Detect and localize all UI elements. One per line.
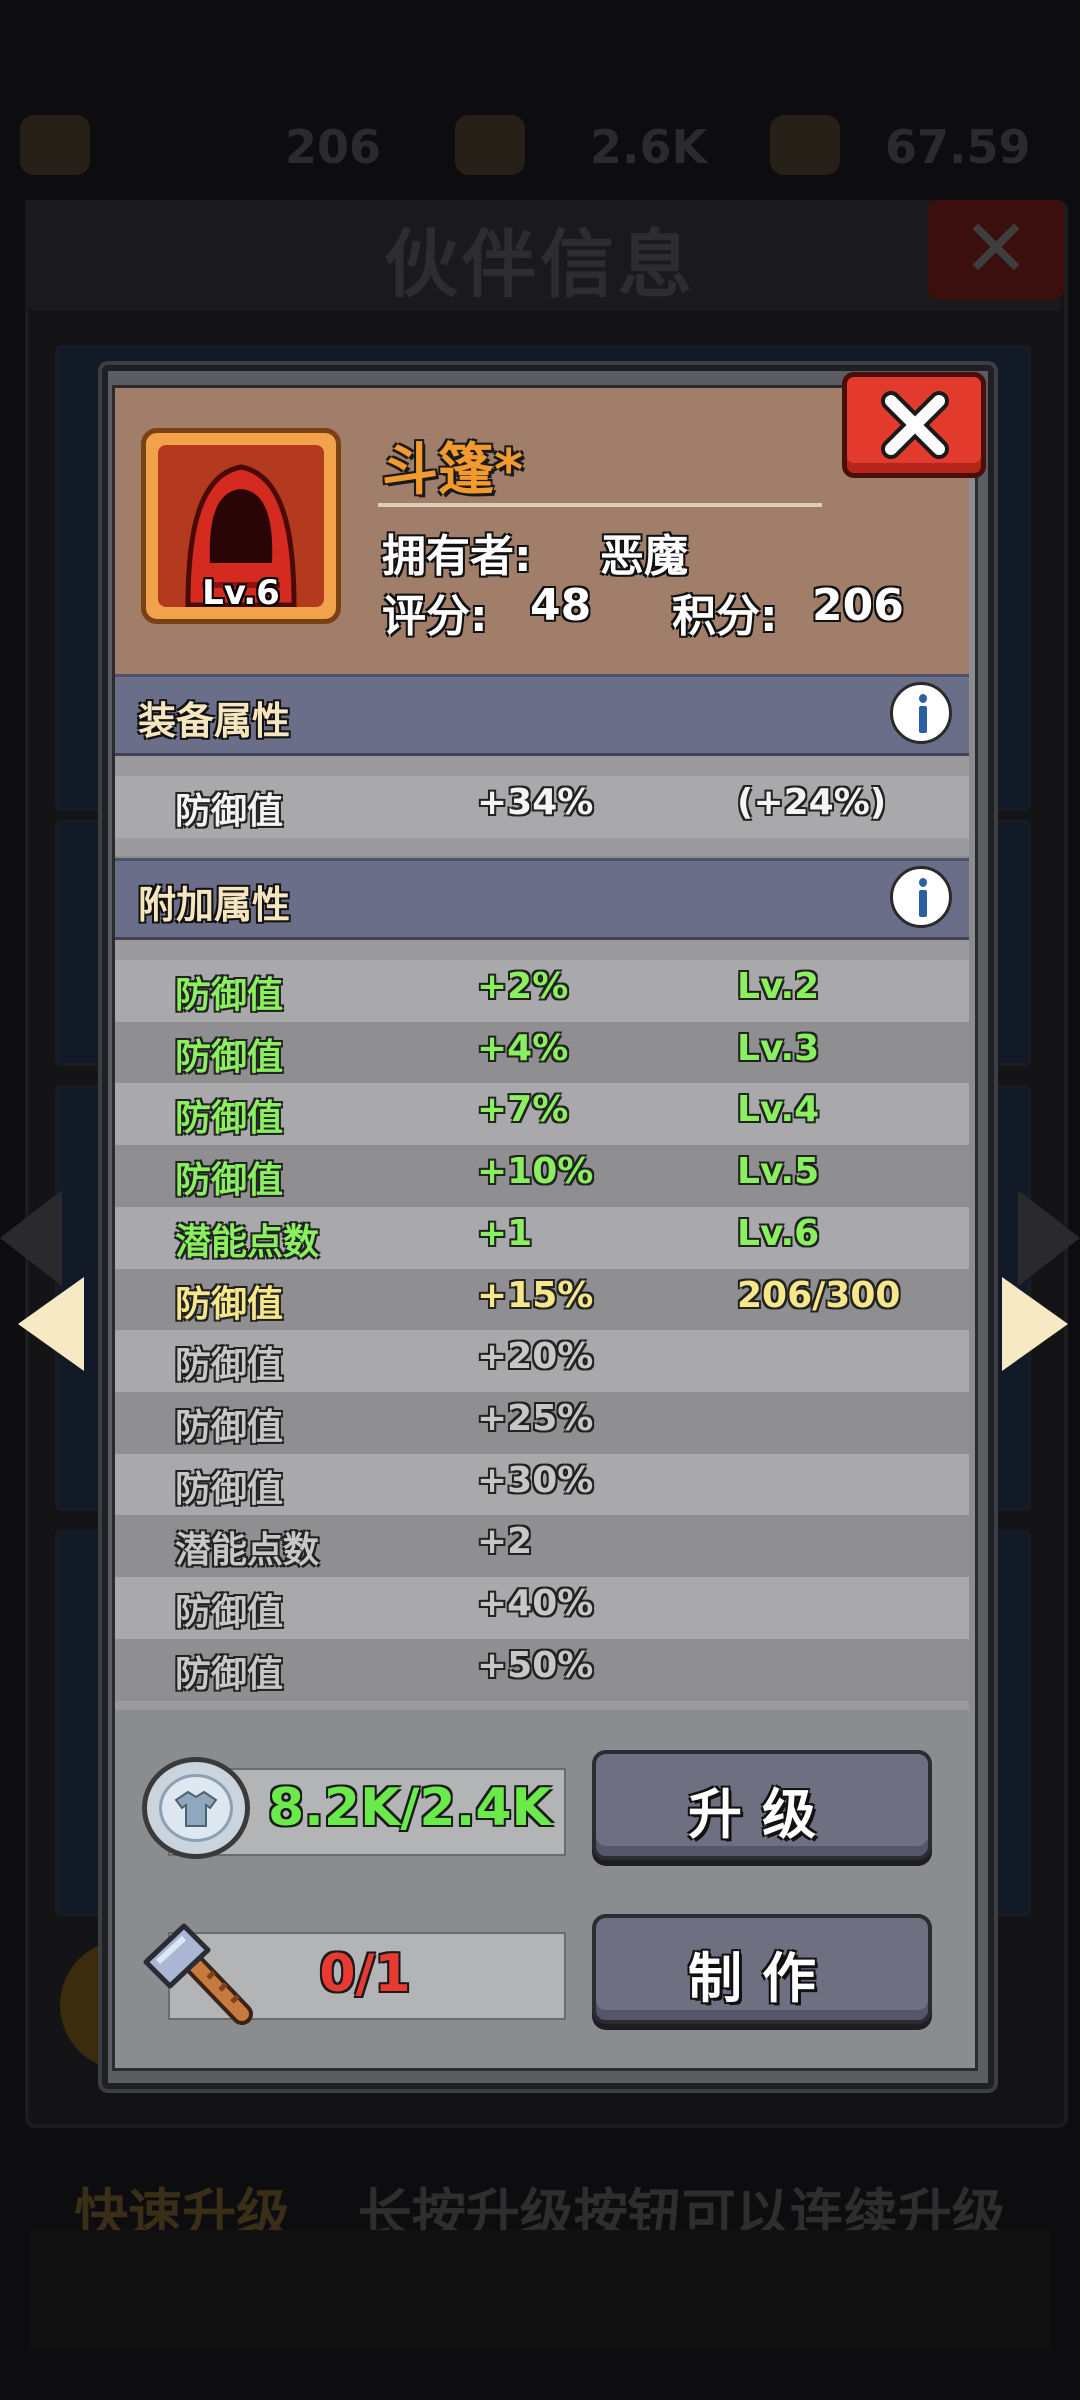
stat-name: 防御值: [175, 1407, 284, 1448]
stat-extra: 206/300: [737, 1275, 901, 1316]
craft-button-label: 制作: [688, 1947, 836, 2010]
stat-value: +7%: [477, 1089, 569, 1130]
bonus-section-title: 附加属性: [138, 883, 291, 927]
stat-extra: Lv.5: [737, 1151, 820, 1192]
craft-cost: 0/1: [319, 1944, 411, 2004]
stat-value: +4%: [477, 1028, 569, 1069]
bg-resource-value: 67.59: [885, 120, 1031, 174]
stat-extra: Lv.4: [737, 1089, 820, 1130]
bonus-row: 防御值 +10% Lv.5: [115, 1145, 969, 1207]
info-icon: [919, 878, 927, 887]
arrow-left-icon[interactable]: [18, 1277, 84, 1371]
points-label: 积分:: [672, 591, 778, 642]
stat-name: 防御值: [175, 1654, 284, 1695]
shirt-icon: [174, 1790, 218, 1827]
bg-resource-icon: [455, 115, 525, 175]
item-portrait: Lv.6: [141, 428, 341, 624]
close-button[interactable]: [842, 372, 986, 478]
bg-arrow-right-icon: [1018, 1190, 1080, 1286]
stat-name: 防御值: [175, 1284, 284, 1325]
bg-resource-value: 206: [285, 120, 382, 174]
stat-name: 防御值: [175, 1592, 284, 1633]
stat-extra: Lv.2: [737, 966, 820, 1007]
upgrade-button-label: 升级: [688, 1783, 836, 1846]
stat-name: 潜能点数: [175, 1530, 320, 1571]
stat-name: 防御值: [175, 1469, 284, 1510]
craft-button[interactable]: 制作: [592, 1914, 932, 2024]
equip-info-button[interactable]: [890, 682, 952, 744]
stat-extra: Lv.3: [737, 1028, 820, 1069]
stat-value: +30%: [477, 1460, 594, 1501]
close-x-icon: [881, 391, 949, 459]
bg-window-title: 伙伴信息: [384, 222, 696, 308]
upgrade-button[interactable]: 升级: [592, 1750, 932, 1860]
bg-close-button: ✕: [928, 200, 1064, 300]
points-value: 206: [812, 580, 904, 631]
bonus-row: 防御值 +4% Lv.3: [115, 1022, 969, 1084]
stat-value: +50%: [477, 1645, 594, 1686]
bonus-info-button[interactable]: [890, 866, 952, 928]
stat-extra: (+24%): [737, 782, 887, 823]
equip-section-title: 装备属性: [138, 699, 291, 743]
owner-label: 拥有者:: [382, 531, 532, 582]
stat-value: +15%: [477, 1275, 594, 1316]
coin-face: [159, 1774, 233, 1842]
score-label: 评分:: [382, 591, 488, 642]
owner-value: 恶魔: [600, 531, 688, 582]
stat-name: 防御值: [175, 975, 284, 1016]
bonus-row: 防御值 +50%: [115, 1639, 969, 1701]
arrow-right-icon[interactable]: [1002, 1277, 1068, 1371]
score-value: 48: [530, 580, 592, 631]
bonus-row: 防御值 +25%: [115, 1392, 969, 1454]
info-icon-bar: [919, 890, 927, 917]
stat-value: +25%: [477, 1398, 594, 1439]
stat-name: 防御值: [175, 1098, 284, 1139]
stat-value: +2%: [477, 966, 569, 1007]
bg-resource-icon: [20, 115, 90, 175]
header-divider: [378, 503, 822, 507]
bonus-row: 防御值 +15% 206/300: [115, 1269, 969, 1331]
stat-name: 潜能点数: [175, 1222, 320, 1263]
stat-name: 防御值: [175, 1345, 284, 1386]
stat-value: +40%: [477, 1583, 594, 1624]
bonus-row: 防御值 +7% Lv.4: [115, 1083, 969, 1145]
info-icon-bar: [919, 706, 927, 733]
stat-extra: Lv.6: [737, 1213, 820, 1254]
bonus-row: 防御值 +40%: [115, 1577, 969, 1639]
stat-value: +10%: [477, 1151, 594, 1192]
bonus-row: 潜能点数 +2: [115, 1515, 969, 1577]
equip-row: 防御值 +34% (+24%): [115, 776, 969, 838]
bg-arrow-left-icon: [0, 1190, 62, 1286]
bg-bottom-bar: [30, 2230, 1050, 2350]
stat-name: 防御值: [175, 1037, 284, 1078]
shirt-coin-icon: [142, 1757, 250, 1859]
stat-value: +2: [477, 1521, 533, 1562]
bg-resource-icon: [770, 115, 840, 175]
stat-name: 防御值: [175, 1160, 284, 1201]
item-level-badge: Lv.6: [202, 573, 280, 613]
info-icon: [919, 694, 927, 703]
stat-value: +1: [477, 1213, 533, 1254]
item-name: 斗篷*: [382, 438, 524, 503]
stat-value: +34%: [477, 782, 594, 823]
upgrade-cost: 8.2K/2.4K: [268, 1778, 552, 1838]
bg-resource-value: 2.6K: [590, 120, 708, 174]
bonus-row: 防御值 +2% Lv.2: [115, 960, 969, 1022]
bonus-row: 潜能点数 +1 Lv.6: [115, 1207, 969, 1269]
bonus-row: 防御值 +30%: [115, 1454, 969, 1516]
stat-value: +20%: [477, 1336, 594, 1377]
bonus-row: 防御值 +20%: [115, 1330, 969, 1392]
stat-name: 防御值: [175, 791, 284, 832]
